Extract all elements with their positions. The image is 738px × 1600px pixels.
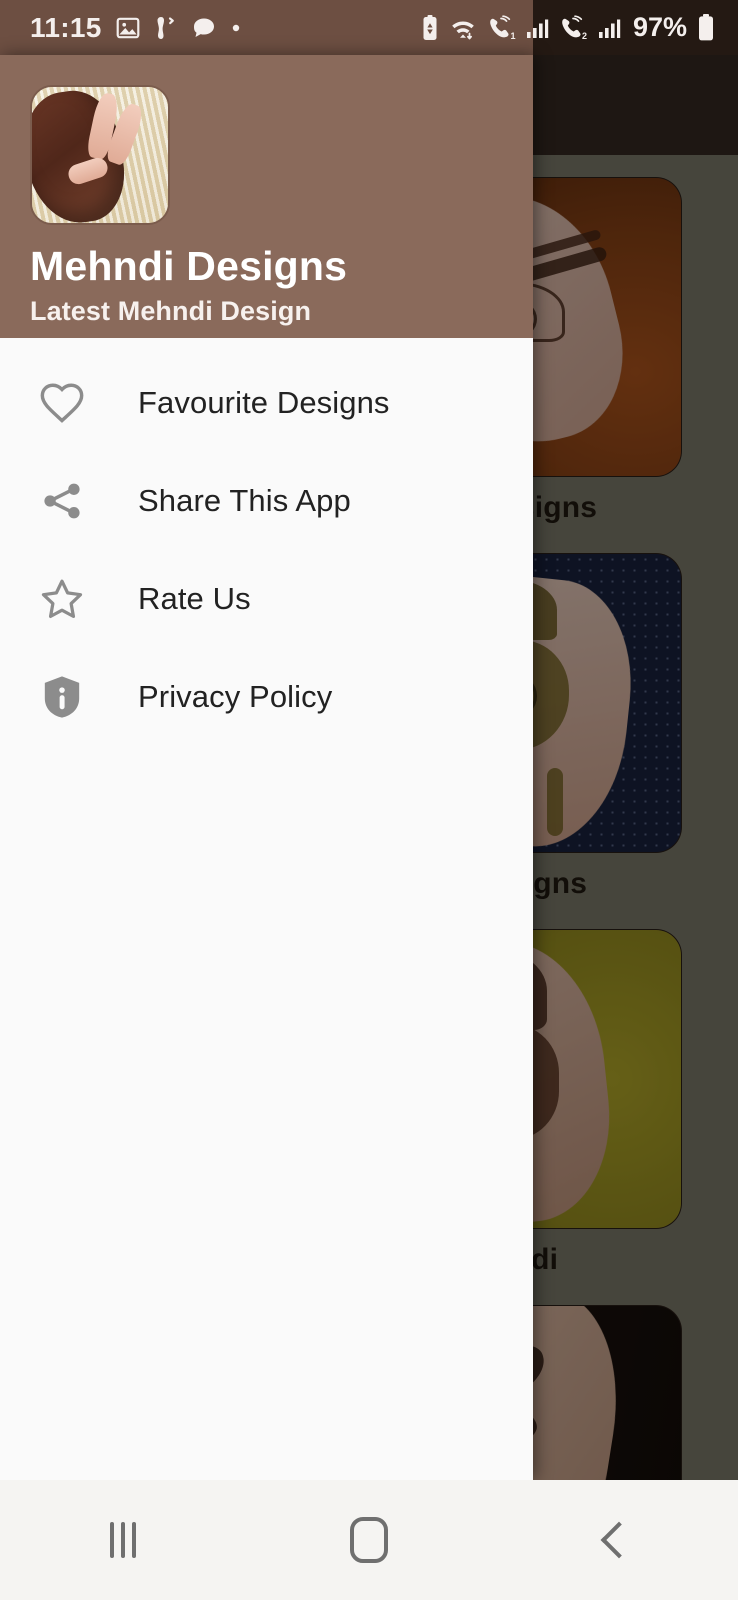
menu-item-label: Share This App <box>138 483 351 518</box>
menu-item-label: Privacy Policy <box>138 679 333 714</box>
menu-item-rate-us[interactable]: Rate Us <box>0 550 533 648</box>
svg-text:1: 1 <box>510 31 515 41</box>
star-icon <box>32 577 92 621</box>
drawer-app-subtitle: Latest Mehndi Design <box>30 296 312 326</box>
menu-item-share-this-app[interactable]: Share This App <box>0 452 533 550</box>
wifi-icon <box>452 21 474 39</box>
menu-item-privacy-policy[interactable]: Privacy Policy <box>0 648 533 746</box>
status-bar: 11:15 1 2 97% <box>0 0 738 55</box>
call-sim1-icon: 1 <box>490 14 515 41</box>
image-icon <box>116 17 139 38</box>
home-button[interactable] <box>246 1517 492 1563</box>
heart-icon <box>32 382 92 424</box>
dot-icon <box>232 24 239 31</box>
menu-item-label: Rate Us <box>138 581 251 616</box>
menu-item-favourite-designs[interactable]: Favourite Designs <box>0 354 533 452</box>
drawer-header: Mehndi Designs Latest Mehndi Design <box>0 55 533 338</box>
navigation-drawer: Mehndi Designs Latest Mehndi Design Favo… <box>0 55 533 1480</box>
android-navigation-bar <box>0 1480 738 1600</box>
battery-saver-icon <box>423 14 437 40</box>
chat-bubble-icon <box>193 18 214 37</box>
phone-notification-icon <box>157 16 174 39</box>
drawer-app-title: Mehndi Designs <box>30 243 348 289</box>
home-icon <box>350 1517 388 1563</box>
drawer-menu: Favourite Designs Share This App Rate Us… <box>0 338 533 1480</box>
recents-button[interactable] <box>0 1522 246 1558</box>
share-icon <box>32 479 92 523</box>
phone-screen: d Designs l Designs <box>0 0 738 1600</box>
recents-icon <box>110 1522 136 1558</box>
status-bar-left: 11:15 <box>30 12 242 44</box>
svg-text:2: 2 <box>582 31 587 41</box>
signal-sim2-icon <box>598 19 621 38</box>
back-icon <box>600 1521 638 1559</box>
status-bar-right: 1 2 97% <box>420 12 716 43</box>
battery-percent-label: 97% <box>632 12 687 42</box>
signal-sim1-icon <box>526 19 549 38</box>
shield-info-icon <box>32 674 92 720</box>
app-icon <box>30 85 170 225</box>
back-button[interactable] <box>492 1521 738 1559</box>
call-sim2-icon: 2 <box>562 14 587 41</box>
battery-icon <box>699 13 713 40</box>
menu-item-label: Favourite Designs <box>138 385 390 420</box>
status-bar-clock: 11:15 <box>30 11 102 43</box>
